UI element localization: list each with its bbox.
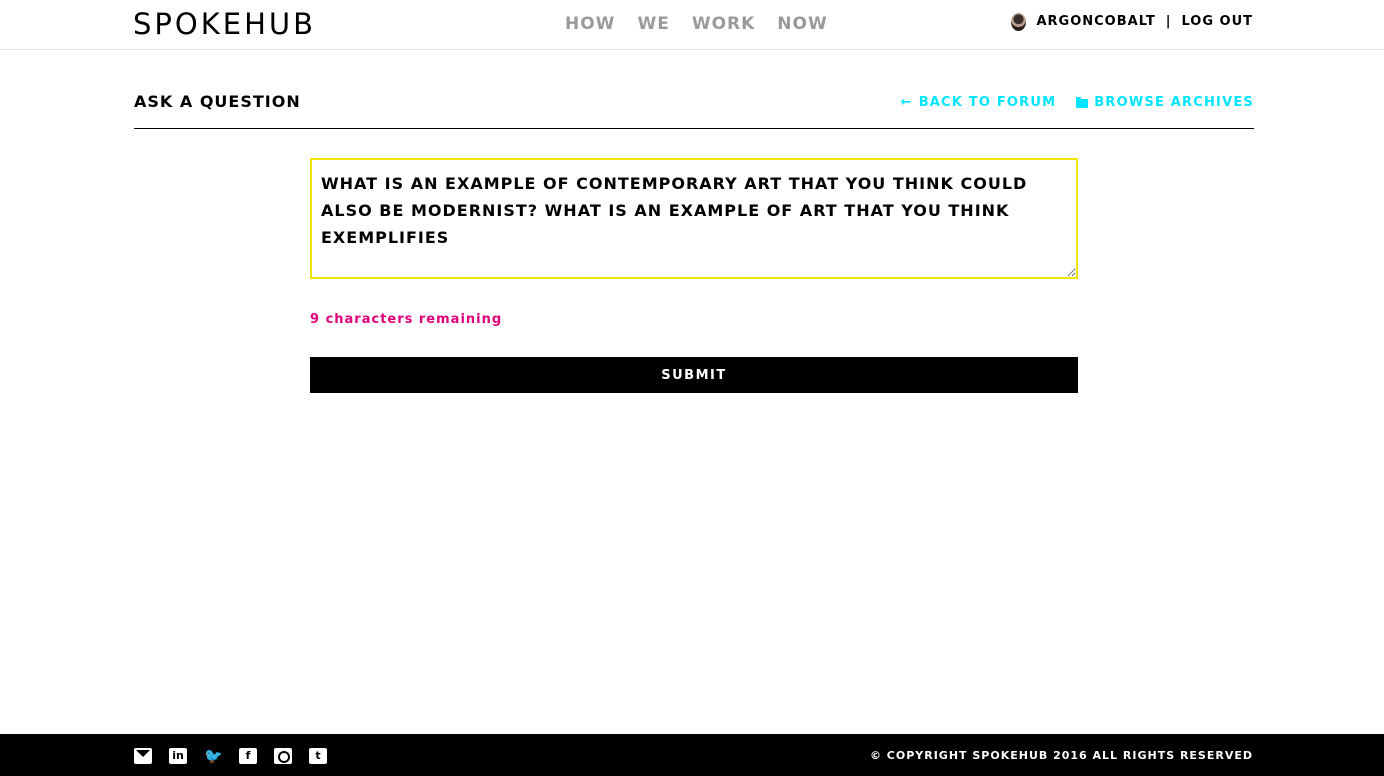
site-logo[interactable]: SPOKEHUB [133, 8, 316, 40]
twitter-icon[interactable]: 🐦 [204, 748, 223, 764]
title-links: ← BACK TO FORUM BROWSE ARCHIVES [901, 94, 1254, 112]
facebook-icon[interactable]: f [239, 748, 257, 764]
mail-icon[interactable] [134, 748, 152, 764]
page-title: ASK A QUESTION [134, 92, 301, 111]
copyright-text: © COPYRIGHT SPOKEHUB 2016 ALL RIGHTS RES… [869, 749, 1253, 762]
nav-work[interactable]: WORK [692, 14, 755, 34]
browse-archives-link[interactable]: BROWSE ARCHIVES [1076, 94, 1254, 112]
submit-button[interactable]: SUBMIT [310, 357, 1078, 393]
main-nav: HOW WE WORK NOW [565, 14, 828, 34]
nav-now[interactable]: NOW [777, 14, 827, 34]
logout-link[interactable]: LOG OUT [1181, 12, 1253, 32]
avatar[interactable] [1011, 13, 1027, 31]
linkedin-icon[interactable]: in [169, 748, 187, 764]
user-nav: ARGONCOBALT | LOG OUT [1011, 12, 1253, 32]
browse-archives-label: BROWSE ARCHIVES [1094, 95, 1254, 110]
top-bar: SPOKEHUB HOW WE WORK NOW ARGONCOBALT | L… [0, 0, 1384, 50]
tumblr-icon[interactable]: t [309, 748, 327, 764]
folder-icon [1076, 96, 1089, 108]
page-title-row: ASK A QUESTION ← BACK TO FORUM BROWSE AR… [134, 90, 1254, 129]
nav-how[interactable]: HOW [565, 14, 615, 34]
question-input[interactable] [310, 158, 1078, 279]
arrow-left-icon: ← [900, 95, 913, 110]
back-to-forum-link[interactable]: ← BACK TO FORUM [901, 94, 1057, 112]
characters-remaining: 9 characters remaining [310, 312, 503, 327]
back-to-forum-label: BACK TO FORUM [918, 95, 1057, 110]
nav-separator: | [1165, 14, 1172, 29]
nav-we[interactable]: WE [637, 14, 669, 34]
instagram-icon[interactable] [274, 748, 292, 764]
social-links: in 🐦 f t [134, 748, 327, 764]
footer: in 🐦 f t © COPYRIGHT SPOKEHUB 2016 ALL R… [0, 734, 1384, 776]
username-link[interactable]: ARGONCOBALT [1036, 12, 1155, 32]
